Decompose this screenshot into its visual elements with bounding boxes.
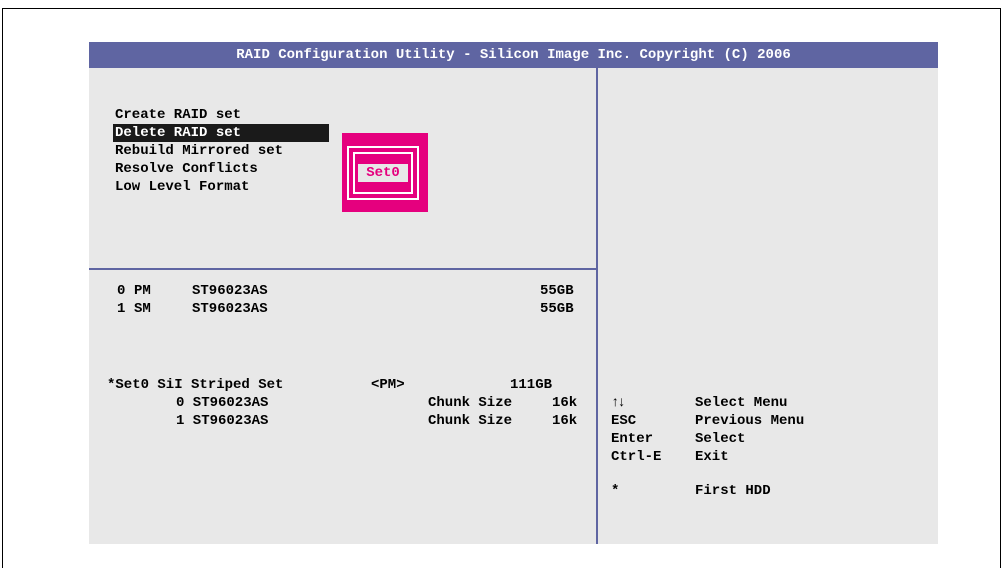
help-desc-exit: Exit xyxy=(695,449,729,465)
raid-member-0: 0 ST96023AS xyxy=(176,395,269,411)
raid-set-name: *Set0 SiI Striped Set xyxy=(107,377,284,393)
drive-0-index: 0 xyxy=(117,283,126,299)
help-desc-previous-menu: Previous Menu xyxy=(695,413,805,429)
drive-0-model: ST96023AS xyxy=(192,283,268,299)
popup-item-set0[interactable]: Set0 xyxy=(358,164,408,182)
raid-set-size: 111GB xyxy=(510,377,553,393)
help-desc-select-menu: Select Menu xyxy=(695,395,788,411)
raid-member-0-chunk-label: Chunk Size xyxy=(428,395,513,411)
raid-member-1-chunk: 16k xyxy=(552,413,578,429)
popup-outer-border: Set0 xyxy=(347,146,419,200)
help-key-esc: ESC xyxy=(611,413,637,429)
raid-member-0-chunk: 16k xyxy=(552,395,578,411)
menu-item-rebuild-mirrored-set[interactable]: Rebuild Mirrored set xyxy=(113,142,285,160)
bios-screen: RAID Configuration Utility - Silicon Ima… xyxy=(89,42,938,544)
menu-item-delete-raid-set[interactable]: Delete RAID set xyxy=(113,124,329,142)
drive-1-index: 1 xyxy=(117,301,126,317)
menu-item-create-raid-set[interactable]: Create RAID set xyxy=(113,106,243,124)
raid-member-1-chunk-label: Chunk Size xyxy=(428,413,513,429)
drive-0-role: PM xyxy=(134,283,151,299)
raid-member-1: 1 ST96023AS xyxy=(176,413,269,429)
help-key-asterisk: * xyxy=(611,483,620,499)
help-desc-select: Select xyxy=(695,431,746,447)
drive-0-size: 55GB xyxy=(540,283,574,299)
help-key-arrows-icon: ↑↓ xyxy=(611,395,626,411)
drive-1-role: SM xyxy=(134,301,151,317)
help-desc-first-hdd: First HDD xyxy=(695,483,771,499)
horizontal-divider xyxy=(89,268,596,270)
set-select-popup: Set0 xyxy=(342,133,428,212)
menu-item-low-level-format[interactable]: Low Level Format xyxy=(113,178,251,196)
vertical-divider xyxy=(596,68,598,544)
drive-1-model: ST96023AS xyxy=(192,301,268,317)
popup-inner-border: Set0 xyxy=(353,152,413,194)
help-key-ctrl-e: Ctrl-E xyxy=(611,449,662,465)
help-key-enter: Enter xyxy=(611,431,654,447)
menu-item-resolve-conflicts[interactable]: Resolve Conflicts xyxy=(113,160,260,178)
raid-set-role: <PM> xyxy=(371,377,405,393)
title-bar: RAID Configuration Utility - Silicon Ima… xyxy=(89,42,938,68)
drive-1-size: 55GB xyxy=(540,301,574,317)
